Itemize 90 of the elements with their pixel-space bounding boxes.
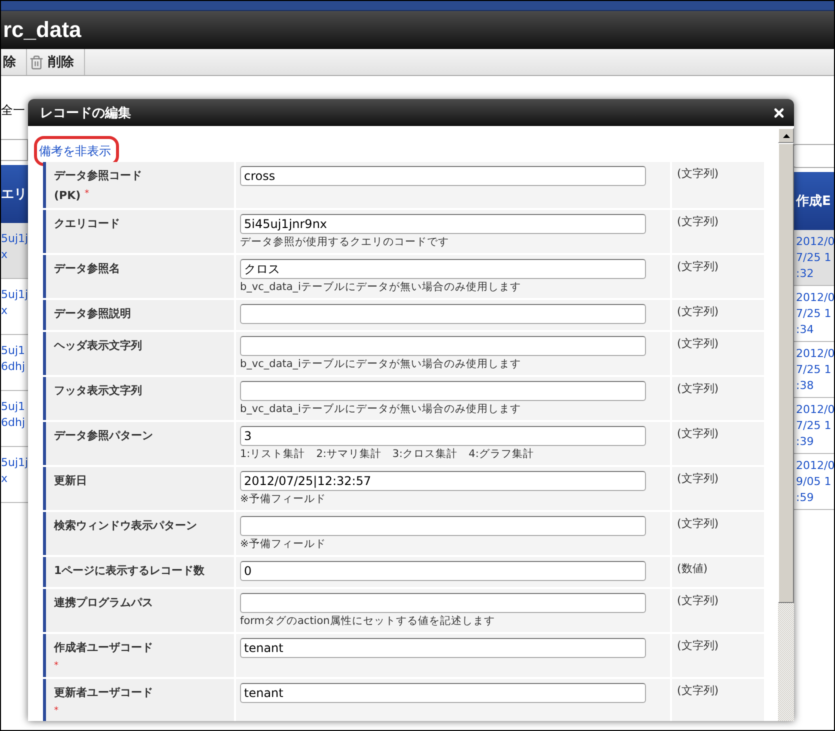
cell-link[interactable]: :59 [796, 490, 834, 506]
text-field[interactable]: cross [240, 166, 646, 186]
field-type: (文字列) [677, 639, 719, 652]
cell-link[interactable]: 6dhj [1, 359, 28, 375]
field-label: 検索ウィンドウ表示パターン [54, 518, 198, 533]
field-label: 更新者ユーザコード [54, 685, 154, 700]
cell-link[interactable]: 5uj1 [1, 343, 28, 359]
column-header[interactable]: エリ [1, 165, 28, 223]
text-field[interactable]: 2012/07/25|12:32:57 [240, 471, 646, 491]
cell-link[interactable]: 7/25 1 [796, 250, 834, 266]
cell-link[interactable]: :34 [796, 322, 834, 338]
cell-link[interactable]: 7/25 1 [796, 418, 834, 434]
text-field[interactable]: tenant [240, 638, 646, 658]
field-type: (文字列) [677, 167, 719, 180]
text-field[interactable]: 5i45uj1jnr9nx [240, 214, 646, 234]
cell-link[interactable]: 2012/0 [796, 234, 834, 250]
field-label: データ参照説明 [54, 306, 132, 321]
toggle-link[interactable]: 備考を非表示 [39, 144, 111, 158]
field-label: 更新日 [54, 473, 88, 488]
trash-icon [29, 54, 44, 70]
field-type: (文字列) [677, 594, 719, 607]
cell-link[interactable]: 7/25 1 [796, 362, 834, 378]
cell-link[interactable]: x [1, 471, 28, 487]
cell-link[interactable]: 2012/0 [796, 346, 834, 362]
field-label: データ参照パターン [54, 428, 154, 443]
cell-link[interactable]: x [1, 303, 28, 319]
field-type: (文字列) [677, 517, 719, 530]
field-type: (文字列) [677, 684, 719, 697]
cell-link[interactable]: 6dhj [1, 415, 28, 431]
scrollbar[interactable] [778, 128, 794, 721]
field-type: (文字列) [677, 337, 719, 350]
field-label: データ参照名 [54, 261, 121, 276]
cell-link[interactable]: 5uj1 [1, 399, 28, 415]
field-type: (文字列) [677, 305, 719, 318]
cell-link[interactable]: 5uj1j [1, 231, 28, 247]
field-type: (文字列) [677, 472, 719, 485]
cell-link[interactable]: :39 [796, 434, 834, 450]
cell-link[interactable]: 5uj1j [1, 287, 28, 303]
text-field[interactable]: 3 [240, 426, 646, 446]
field-hint: formタグのaction属性にセットする値を記述します [240, 614, 496, 628]
cell-link[interactable]: :38 [796, 378, 834, 394]
cell-link[interactable]: 2012/0 [796, 402, 834, 418]
field-type: (数値) [677, 562, 708, 575]
field-hint: b_vc_data_iテーブルにデータが無い場合のみ使用します [240, 357, 522, 371]
required-mark: * [84, 189, 90, 201]
filter-label: 全一 [1, 102, 26, 119]
page-title: rc_data [3, 17, 82, 43]
field-type: (文字列) [677, 427, 719, 440]
key-note: (PK) [54, 189, 81, 202]
text-field[interactable]: tenant [240, 683, 646, 703]
required-mark: * [54, 706, 58, 716]
cell-link[interactable]: 2012/0 [796, 458, 834, 474]
text-field[interactable] [240, 516, 646, 536]
text-field[interactable] [240, 593, 646, 613]
field-hint: ※予備フィールド [240, 492, 327, 506]
scroll-thumb[interactable] [778, 143, 794, 603]
field-hint: ※予備フィールド [240, 537, 327, 551]
up-arrow-icon [782, 134, 790, 138]
cell-link[interactable]: :32 [796, 266, 834, 282]
field-hint: データ参照が使用するクエリのコードです [240, 235, 450, 249]
cell-link[interactable]: 2012/0 [796, 290, 834, 306]
cell-link[interactable]: 5uj1j [1, 455, 28, 471]
text-field[interactable] [240, 304, 646, 324]
field-label: 作成者ユーザコード [54, 640, 154, 655]
text-field[interactable] [240, 336, 646, 356]
required-mark: * [54, 661, 58, 671]
field-label: クエリコード [54, 216, 121, 231]
field-label: データ参照コード [54, 168, 143, 183]
column-header[interactable]: 作成E [792, 172, 834, 230]
field-type: (文字列) [677, 382, 719, 395]
toolbar-button[interactable]: 除 [1, 49, 27, 75]
field-hint: 1:リスト集計 2:サマリ集計 3:クロス集計 4:グラフ集計 [240, 447, 535, 461]
delete-button[interactable]: 削除 [27, 49, 85, 75]
field-label: 連携プログラムパス [54, 595, 154, 610]
scroll-up-button[interactable] [778, 128, 794, 143]
close-icon[interactable] [772, 106, 786, 120]
dialog-title: レコードの編集 [40, 104, 131, 122]
field-label: フッタ表示文字列 [54, 383, 143, 398]
field-label: 1ページに表示するレコード数 [54, 563, 206, 578]
field-hint: b_vc_data_iテーブルにデータが無い場合のみ使用します [240, 280, 522, 294]
text-field[interactable]: 0 [240, 561, 646, 581]
field-hint: b_vc_data_iテーブルにデータが無い場合のみ使用します [240, 402, 522, 416]
cell-link[interactable]: 7/25 1 [796, 306, 834, 322]
text-field[interactable]: クロス [240, 259, 646, 279]
field-type: (文字列) [677, 215, 719, 228]
field-type: (文字列) [677, 260, 719, 273]
cell-link[interactable]: x [1, 247, 28, 263]
cell-link[interactable]: 9/05 1 [796, 474, 834, 490]
text-field[interactable] [240, 381, 646, 401]
field-label: ヘッダ表示文字列 [54, 338, 143, 353]
